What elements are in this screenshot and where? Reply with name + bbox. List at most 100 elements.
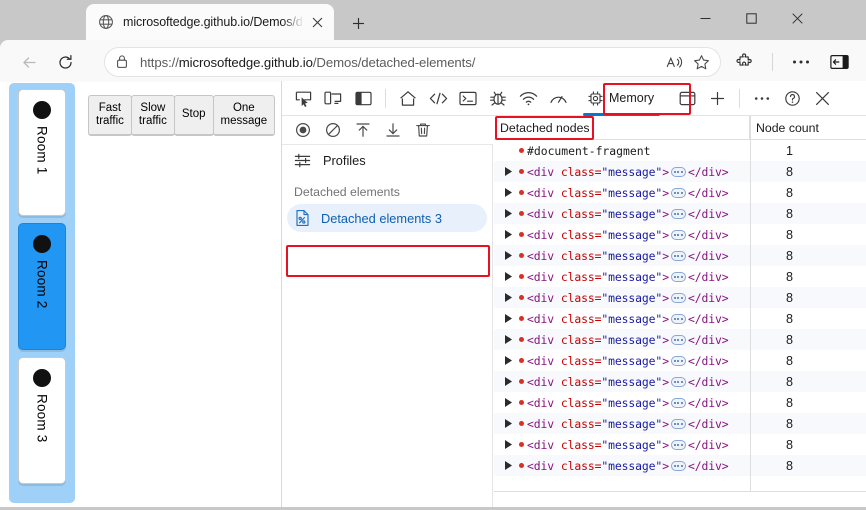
load-profile-button[interactable] <box>348 118 378 142</box>
expand-ellipsis-icon[interactable] <box>670 229 686 240</box>
expand-triangle-icon[interactable] <box>505 308 516 329</box>
table-row[interactable]: < div class = "message" > </div > 8 <box>494 371 866 392</box>
window-close-button[interactable] <box>774 0 820 36</box>
table-row[interactable]: < div class = "message" > </div > 8 <box>494 182 866 203</box>
browser-settings-button[interactable] <box>786 48 816 76</box>
expand-triangle-icon[interactable] <box>505 266 516 287</box>
table-row[interactable]: < div class = "message" > </div > 8 <box>494 455 866 476</box>
address-bar[interactable]: https://microsoftedge.github.io/Demos/de… <box>104 47 721 77</box>
expand-triangle-icon[interactable] <box>505 224 516 245</box>
window-minimize-button[interactable] <box>682 0 728 36</box>
expand-ellipsis-icon[interactable] <box>670 166 686 177</box>
expand-ellipsis-icon[interactable] <box>670 376 686 387</box>
back-button[interactable] <box>14 48 44 76</box>
room-item[interactable]: Room 3 <box>18 357 66 484</box>
url-host: microsoftedge.github.io <box>178 54 313 70</box>
table-row[interactable]: < div class = "message" > </div > 8 <box>494 308 866 329</box>
expand-triangle-icon[interactable] <box>505 287 516 308</box>
browser-tab[interactable]: microsoftedge.github.io/Demos/d <box>86 4 334 40</box>
table-row[interactable]: < div class = "message" > </div > 8 <box>494 203 866 224</box>
expand-triangle-icon[interactable] <box>505 455 516 476</box>
expand-ellipsis-icon[interactable] <box>670 460 686 471</box>
application-button[interactable] <box>672 84 702 112</box>
stop-button[interactable]: StopStop <box>173 95 214 136</box>
devtools-more-options-button[interactable] <box>747 84 777 112</box>
device-emulation-button[interactable] <box>318 84 348 112</box>
expand-ellipsis-icon[interactable] <box>670 250 686 261</box>
expand-triangle-icon[interactable] <box>505 413 516 434</box>
save-profile-button[interactable] <box>378 118 408 142</box>
expand-triangle-icon[interactable] <box>505 182 516 203</box>
record-button[interactable] <box>288 118 318 142</box>
table-row[interactable]: < div class = "message" > </div > 8 <box>494 161 866 182</box>
expand-triangle-icon[interactable] <box>505 392 516 413</box>
sidebar-item-detached-elements-3[interactable]: Detached elements 3 <box>287 204 487 232</box>
expand-ellipsis-icon[interactable] <box>670 418 686 429</box>
globe-icon <box>98 14 114 30</box>
expand-ellipsis-icon[interactable] <box>670 313 686 324</box>
table-row[interactable]: < div class = "message" > </div > 8 <box>494 413 866 434</box>
extensions-button[interactable] <box>730 48 760 76</box>
column-header-node-count[interactable]: Node count <box>750 116 866 140</box>
column-header-detached-nodes[interactable]: Detached nodes <box>494 116 750 140</box>
table-row[interactable]: < div class = "message" > </div > 8 <box>494 266 866 287</box>
expand-ellipsis-icon[interactable] <box>670 271 686 282</box>
inspect-element-button[interactable] <box>288 84 318 112</box>
expand-ellipsis-icon[interactable] <box>670 208 686 219</box>
new-tab-button[interactable] <box>344 10 372 36</box>
expand-ellipsis-icon[interactable] <box>670 292 686 303</box>
room-item[interactable]: Room 2 <box>18 223 66 350</box>
expand-ellipsis-icon[interactable] <box>670 334 686 345</box>
table-row[interactable]: < div class = "message" > </div > 8 <box>494 434 866 455</box>
expand-ellipsis-icon[interactable] <box>670 397 686 408</box>
one-message-button[interactable]: One messageOnemessage <box>212 95 276 136</box>
minimize-icon <box>700 13 711 24</box>
favorite-button[interactable] <box>688 49 714 75</box>
expand-ellipsis-icon[interactable] <box>670 187 686 198</box>
fast-traffic-button[interactable]: Fast trafficFasttraffic <box>88 95 132 136</box>
dock-side-button[interactable] <box>348 84 378 112</box>
browser-sidebar-button[interactable] <box>824 48 854 76</box>
expand-triangle-icon[interactable] <box>505 350 516 371</box>
table-row[interactable]: < div class = "message" > </div > 8 <box>494 392 866 413</box>
close-devtools-button[interactable] <box>807 84 837 112</box>
extensions-puzzle-icon <box>736 53 754 71</box>
slow-traffic-button[interactable]: Slow trafficSlowtraffic <box>130 95 175 136</box>
network-button[interactable] <box>513 84 543 112</box>
welcome-home-button[interactable] <box>393 84 423 112</box>
expand-ellipsis-icon[interactable] <box>670 439 686 450</box>
tab-memory[interactable]: Memory <box>579 83 664 116</box>
expand-triangle-icon[interactable] <box>505 329 516 350</box>
expand-triangle-icon[interactable] <box>505 161 516 182</box>
profiles-row[interactable]: Profiles <box>282 145 492 175</box>
reload-button[interactable] <box>50 48 80 76</box>
console-button[interactable] <box>453 84 483 112</box>
expand-triangle-icon[interactable] <box>505 203 516 224</box>
elements-button[interactable] <box>423 84 453 112</box>
close-icon[interactable] <box>306 11 328 33</box>
table-row[interactable]: < div class = "message" > </div > 8 <box>494 287 866 308</box>
expand-triangle-icon[interactable] <box>505 245 516 266</box>
table-row[interactable]: < div class = "message" > </div > 8 <box>494 329 866 350</box>
delete-profile-button[interactable] <box>408 118 438 142</box>
window-maximize-button[interactable] <box>728 0 774 36</box>
expand-ellipsis-icon[interactable] <box>670 355 686 366</box>
sources-debug-button[interactable] <box>483 84 513 112</box>
element-markup: < div class = "message" > </div > <box>527 185 729 200</box>
room-item[interactable]: Room 1 <box>18 89 66 216</box>
table-row[interactable]: < div class = "message" > </div > 8 <box>494 245 866 266</box>
node-count-cell: 8 <box>786 164 794 179</box>
expand-triangle-icon[interactable] <box>505 434 516 455</box>
expand-triangle-icon[interactable] <box>505 371 516 392</box>
performance-button[interactable] <box>543 84 573 112</box>
clear-button[interactable] <box>318 118 348 142</box>
table-row[interactable]: < div class = "message" > </div > 8 <box>494 224 866 245</box>
column-header-detached-nodes-label: Detached nodes <box>500 121 590 135</box>
table-row[interactable]: < div class = "message" > </div > 8 <box>494 350 866 371</box>
read-aloud-button[interactable] <box>662 49 688 75</box>
more-tools-button[interactable] <box>702 84 732 112</box>
element-tag-name: div <box>533 248 555 263</box>
table-row[interactable]: #document-fragment 1 <box>494 140 866 161</box>
help-button[interactable] <box>777 84 807 112</box>
network-icon <box>519 91 538 106</box>
